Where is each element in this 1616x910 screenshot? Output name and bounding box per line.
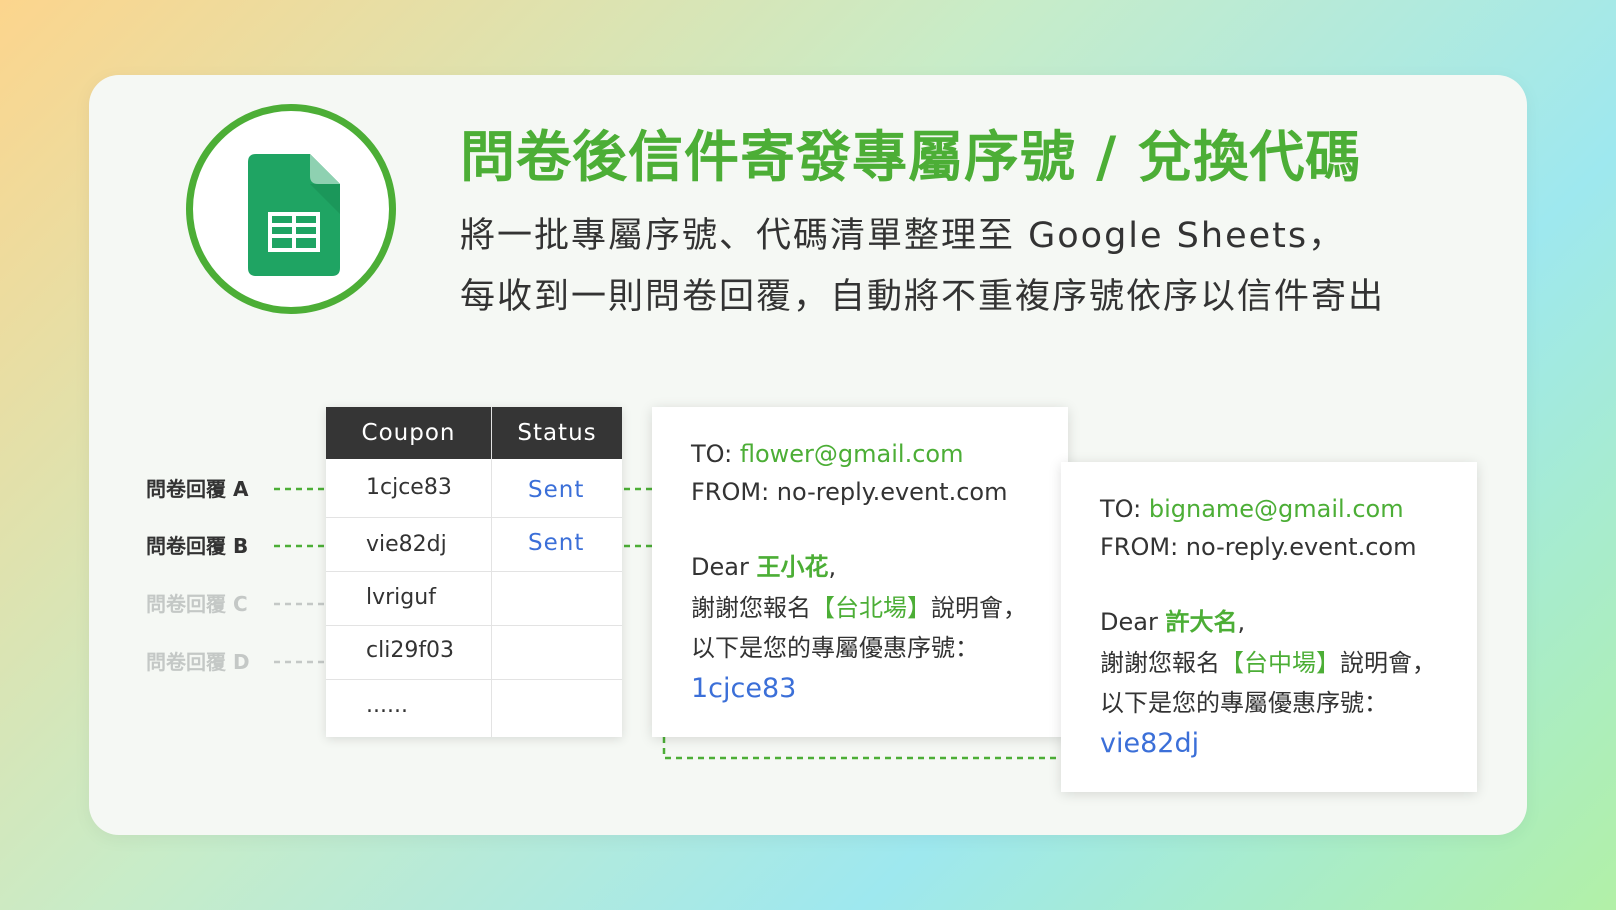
email-body-line-1: 謝謝您報名【台中場】說明會，	[1100, 646, 1436, 680]
coupon-table: Coupon Status 1cjce83 Sent vie82dj Sent …	[326, 407, 622, 737]
row-divider	[326, 571, 622, 572]
email-session: 說明會，	[931, 594, 1027, 622]
event-name: 【台北場】	[811, 594, 931, 622]
recipient-name: 許大名	[1165, 608, 1238, 636]
email-dear: Dear	[691, 553, 757, 581]
event-name: 【台中場】	[1220, 649, 1340, 677]
email-comma: ,	[828, 553, 837, 581]
email-dear: Dear	[1100, 608, 1166, 636]
recipient-name: 王小花	[756, 553, 829, 581]
row-divider	[326, 679, 622, 680]
email-to-line: TO: bigname@gmail.com	[1100, 492, 1404, 526]
coupon-code: 1cjce83	[691, 673, 797, 704]
email-card: TO: bigname@gmail.com FROM: no-reply.eve…	[1061, 462, 1477, 792]
row-divider	[326, 517, 622, 518]
email-body-line-1: 謝謝您報名【台北場】說明會，	[691, 591, 1027, 625]
email-thanks: 謝謝您報名	[1100, 649, 1220, 677]
email-to-line: TO: flower@gmail.com	[691, 437, 963, 471]
table-cell-coupon: vie82dj	[366, 532, 447, 557]
email-greeting: Dear 王小花,	[691, 550, 836, 584]
email-body-line-2: 以下是您的專屬優惠序號：	[1100, 689, 1388, 717]
table-cell-coupon: 1cjce83	[366, 475, 452, 500]
table-cell-coupon: lvriguf	[366, 585, 436, 610]
email-to-address: flower@gmail.com	[739, 440, 964, 468]
email-greeting: Dear 許大名,	[1100, 605, 1245, 639]
email-session: 說明會，	[1340, 649, 1436, 677]
email-card: TO: flower@gmail.com FROM: no-reply.even…	[652, 407, 1068, 737]
email-to-address: bigname@gmail.com	[1148, 495, 1404, 523]
table-cell-coupon: ......	[366, 693, 408, 718]
column-header-status: Status	[492, 407, 622, 459]
table-cell-coupon: cli29f03	[366, 638, 455, 663]
row-divider	[326, 625, 622, 626]
column-header-coupon: Coupon	[326, 407, 491, 459]
email-comma: ,	[1237, 608, 1246, 636]
column-divider	[491, 407, 492, 737]
email-to-label: TO:	[691, 440, 740, 468]
email-thanks: 謝謝您報名	[691, 594, 811, 622]
table-cell-status: Sent	[528, 477, 585, 503]
email-from-line: FROM: no-reply.event.com	[691, 478, 1008, 506]
email-to-label: TO:	[1100, 495, 1149, 523]
coupon-code: vie82dj	[1100, 728, 1200, 759]
email-body-line-2: 以下是您的專屬優惠序號：	[691, 634, 979, 662]
email-from-line: FROM: no-reply.event.com	[1100, 533, 1417, 561]
table-cell-status: Sent	[528, 530, 585, 556]
